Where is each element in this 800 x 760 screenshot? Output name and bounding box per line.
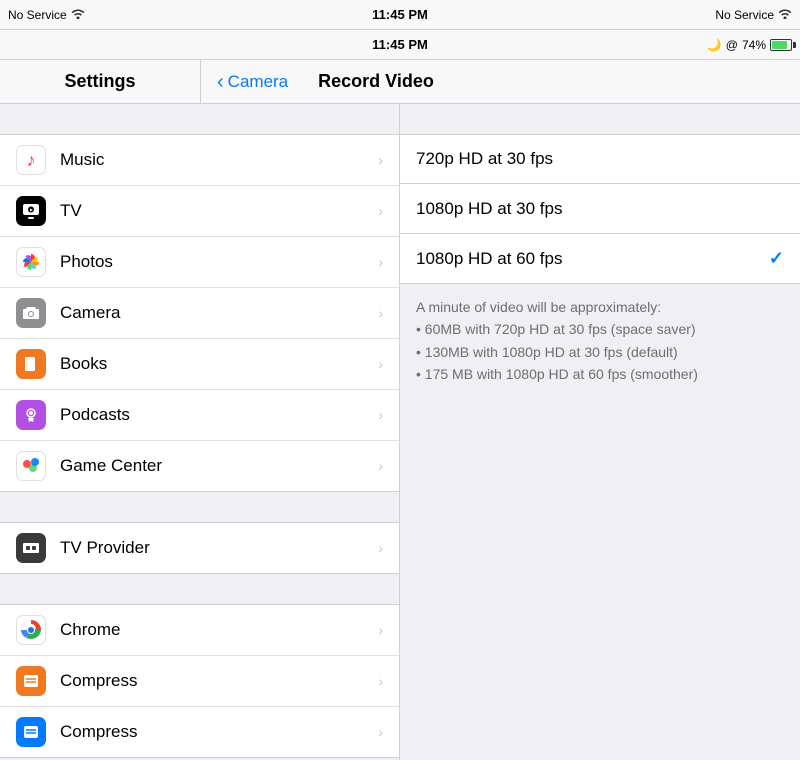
- video-info-bullet1: • 60MB with 720p HD at 30 fps (space sav…: [416, 318, 784, 340]
- settings-item-tvprovider[interactable]: TV Provider ›: [0, 523, 399, 573]
- chevron-right-icon: ›: [378, 254, 383, 270]
- settings-list: ♪ Music › TV ›: [0, 104, 400, 760]
- checkmark-icon: ✓: [769, 248, 784, 269]
- compress2-label: Compress: [60, 722, 374, 742]
- music-app-icon: ♪: [16, 145, 46, 175]
- nav-right: ‹ Camera Record Video: [201, 71, 800, 92]
- wifi-icon-left: [71, 7, 85, 22]
- video-option-1080p60[interactable]: 1080p HD at 60 fps ✓: [400, 234, 800, 284]
- video-info-bullet3: • 175 MB with 1080p HD at 60 fps (smooth…: [416, 363, 784, 385]
- status-time-left: 11:45 PM: [208, 7, 592, 22]
- main-content: ♪ Music › TV ›: [0, 104, 800, 760]
- video-1080p30-label: 1080p HD at 30 fps: [416, 199, 784, 219]
- chevron-right-icon: ›: [378, 203, 383, 219]
- chevron-right-icon: ›: [378, 724, 383, 740]
- video-option-720p30[interactable]: 720p HD at 30 fps: [400, 134, 800, 184]
- record-video-panel: 720p HD at 30 fps 1080p HD at 30 fps 108…: [400, 104, 800, 760]
- music-label: Music: [60, 150, 374, 170]
- back-button[interactable]: ‹ Camera: [217, 72, 288, 92]
- status-time-right: 11:45 PM: [208, 37, 592, 52]
- wifi-icon-right: [778, 7, 792, 22]
- video-info-block: A minute of video will be approximately:…: [400, 284, 800, 398]
- music-note-icon: ♪: [27, 150, 36, 171]
- video-720p30-label: 720p HD at 30 fps: [416, 149, 784, 169]
- settings-item-camera[interactable]: Camera ›: [0, 288, 399, 339]
- video-1080p60-label: 1080p HD at 60 fps: [416, 249, 761, 269]
- podcasts-app-icon: [16, 400, 46, 430]
- tv-logo-icon: [21, 201, 41, 221]
- video-info-title: A minute of video will be approximately:: [416, 296, 784, 318]
- gamecenter-icon: [19, 454, 43, 478]
- camera-app-icon: [16, 298, 46, 328]
- chevron-right-icon: ›: [378, 407, 383, 423]
- settings-group-3: Chrome › Compress ›: [0, 604, 399, 758]
- no-service-left: No Service: [8, 8, 67, 22]
- status-bar: No Service 11:45 PM No Service: [0, 0, 800, 30]
- status-left: No Service: [8, 7, 208, 22]
- chevron-right-icon: ›: [378, 356, 383, 372]
- tvprovider-label: TV Provider: [60, 538, 374, 558]
- right-section-gap: [400, 104, 800, 134]
- no-service-right: No Service: [715, 8, 774, 22]
- podcasts-icon: [21, 405, 41, 425]
- status-right: No Service: [592, 7, 792, 22]
- podcasts-label: Podcasts: [60, 405, 374, 425]
- compress1-icon: [21, 671, 41, 691]
- camera-label: Camera: [60, 303, 374, 323]
- chevron-right-icon: ›: [378, 458, 383, 474]
- video-options-group: 720p HD at 30 fps 1080p HD at 30 fps 108…: [400, 134, 800, 284]
- chrome-icon: [19, 618, 43, 642]
- chrome-app-icon: [16, 615, 46, 645]
- chevron-right-icon: ›: [378, 152, 383, 168]
- video-info-bullet2: • 130MB with 1080p HD at 30 fps (default…: [416, 341, 784, 363]
- tv-label: TV: [60, 201, 374, 221]
- compress1-app-icon: [16, 666, 46, 696]
- section-gap-2: [0, 492, 399, 522]
- photos-app-icon: [16, 247, 46, 277]
- settings-item-podcasts[interactable]: Podcasts ›: [0, 390, 399, 441]
- settings-item-music[interactable]: ♪ Music ›: [0, 135, 399, 186]
- compress2-app-icon: [16, 717, 46, 747]
- settings-item-photos[interactable]: Photos ›: [0, 237, 399, 288]
- settings-item-compress1[interactable]: Compress ›: [0, 656, 399, 707]
- section-gap-1: [0, 104, 399, 134]
- books-label: Books: [60, 354, 374, 374]
- at-symbol: @: [726, 38, 738, 52]
- tv-app-icon: [16, 196, 46, 226]
- gamecenter-app-icon: [16, 451, 46, 481]
- camera-icon: [21, 304, 41, 322]
- settings-item-tv[interactable]: TV ›: [0, 186, 399, 237]
- chevron-left-icon: ‹: [217, 72, 224, 92]
- battery-icon-container: [770, 39, 792, 51]
- tvprovider-app-icon: [16, 533, 46, 563]
- settings-title: Settings: [0, 71, 200, 92]
- battery-percent: 74%: [742, 38, 766, 52]
- status-right-2: 🌙 @ 74%: [592, 38, 792, 52]
- chrome-label: Chrome: [60, 620, 374, 640]
- chevron-right-icon: ›: [378, 540, 383, 556]
- compress1-label: Compress: [60, 671, 374, 691]
- photos-label: Photos: [60, 252, 374, 272]
- settings-group-2: TV Provider ›: [0, 522, 399, 574]
- settings-item-gamecenter[interactable]: Game Center ›: [0, 441, 399, 491]
- compress2-icon: [21, 722, 41, 742]
- record-video-title: Record Video: [318, 71, 434, 92]
- books-icon: [21, 354, 41, 374]
- chevron-right-icon: ›: [378, 622, 383, 638]
- video-option-1080p30[interactable]: 1080p HD at 30 fps: [400, 184, 800, 234]
- section-gap-3: [0, 574, 399, 604]
- books-app-icon: [16, 349, 46, 379]
- chevron-right-icon: ›: [378, 673, 383, 689]
- settings-item-chrome[interactable]: Chrome ›: [0, 605, 399, 656]
- tvprovider-icon: [21, 538, 41, 558]
- photos-pinwheel-icon: [19, 250, 43, 274]
- moon-icon: 🌙: [707, 38, 722, 52]
- nav-header: Settings ‹ Camera Record Video: [0, 60, 800, 104]
- status-bar-2: 11:45 PM 🌙 @ 74%: [0, 30, 800, 60]
- chevron-right-icon: ›: [378, 305, 383, 321]
- settings-item-compress2[interactable]: Compress ›: [0, 707, 399, 757]
- settings-item-books[interactable]: Books ›: [0, 339, 399, 390]
- gamecenter-label: Game Center: [60, 456, 374, 476]
- settings-group-1: ♪ Music › TV ›: [0, 134, 399, 492]
